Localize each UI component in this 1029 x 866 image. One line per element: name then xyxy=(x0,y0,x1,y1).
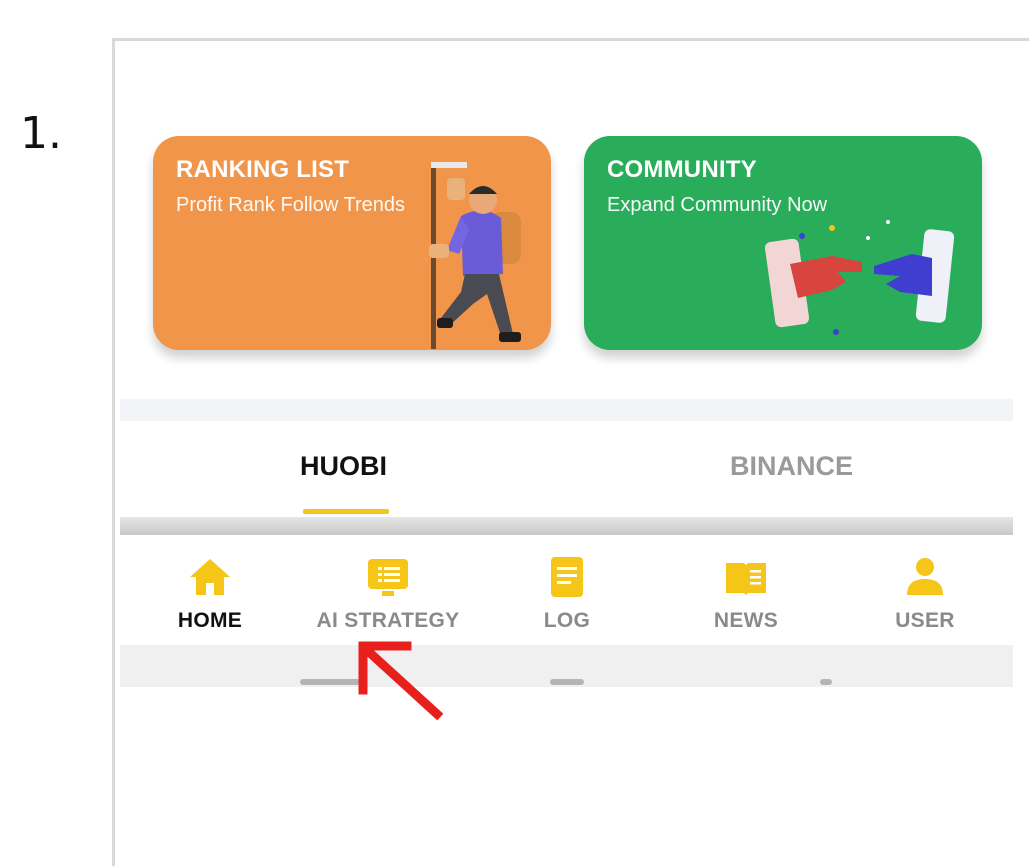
monitor-icon xyxy=(368,559,408,596)
nav-label-ai-strategy: AI STRATEGY xyxy=(316,609,460,632)
nav-label-log: LOG xyxy=(543,609,591,632)
tab-binance[interactable]: BINANCE xyxy=(730,451,853,482)
community-title: COMMUNITY xyxy=(607,156,757,183)
step-number: 1. xyxy=(20,108,62,159)
exchange-tabs: HUOBI BINANCE xyxy=(120,421,1013,517)
nav-label-news: NEWS xyxy=(713,609,779,632)
document-icon xyxy=(551,557,583,597)
ranking-list-title: RANKING LIST xyxy=(176,156,350,183)
nav-item-home[interactable]: HOME xyxy=(135,535,285,645)
underlying-content-strip xyxy=(120,645,1013,687)
nav-item-news[interactable]: NEWS xyxy=(671,535,821,645)
nav-label-user: USER xyxy=(895,609,955,632)
nav-item-user[interactable]: USER xyxy=(850,535,1000,645)
nav-label-home: HOME xyxy=(177,609,243,632)
nav-item-ai-strategy[interactable]: AI STRATEGY xyxy=(313,535,463,645)
active-tab-indicator xyxy=(303,509,389,514)
annotation-arrow-icon xyxy=(358,641,444,720)
tab-huobi[interactable]: HUOBI xyxy=(300,451,387,482)
section-divider xyxy=(120,399,1013,421)
ranking-list-card[interactable]: RANKING LIST Profit Rank Follow Trends xyxy=(153,136,551,350)
ranking-list-subtitle: Profit Rank Follow Trends xyxy=(176,194,405,216)
tab-bar-shadow xyxy=(120,517,1013,535)
bottom-nav: HOME AI STRATEGY LOG NEWS USER xyxy=(120,535,1013,645)
handshake-illustration xyxy=(764,220,955,335)
nav-item-log[interactable]: LOG xyxy=(492,535,642,645)
user-icon xyxy=(907,558,943,595)
home-icon xyxy=(190,559,230,595)
community-card[interactable]: COMMUNITY Expand Community Now xyxy=(584,136,982,350)
phone-screen: RANKING LIST Profit Rank Follow Trends C… xyxy=(112,38,1029,866)
community-subtitle: Expand Community Now xyxy=(607,194,828,216)
book-icon xyxy=(726,563,766,595)
hiker-illustration xyxy=(429,162,521,349)
